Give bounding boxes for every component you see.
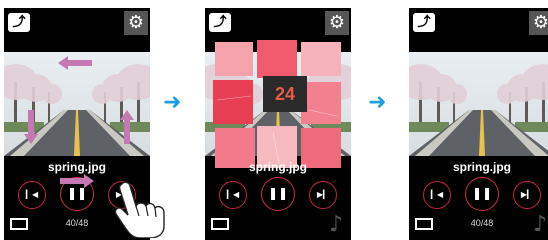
photo-counter: 40/48: [470, 218, 494, 228]
swipe-up-arrow-icon: [120, 110, 134, 144]
file-name: spring.jpg: [249, 160, 307, 174]
swipe-left-arrow-icon: [58, 56, 92, 70]
back-icon[interactable]: ⤴: [209, 13, 231, 32]
back-icon[interactable]: ⤴: [413, 13, 435, 32]
back-icon[interactable]: ⤴: [8, 13, 30, 32]
playback-controls: ▎◀ ❚❚ ▶▎: [409, 177, 548, 211]
pause-icon[interactable]: ❚❚: [261, 177, 295, 211]
skip-previous-icon[interactable]: ▎◀: [18, 181, 46, 209]
skip-previous-icon[interactable]: ▎◀: [423, 181, 451, 209]
music-note-icon[interactable]: ♪: [329, 212, 343, 237]
skip-next-icon[interactable]: ▶▎: [309, 181, 337, 209]
pause-icon[interactable]: ❚❚: [465, 177, 499, 211]
skip-next-icon[interactable]: ▶▎: [513, 181, 541, 209]
phone-screen-2: ⤴ ⚙ 24 spring.jpg ▎◀ ❚❚ ▶▎ ♪: [205, 8, 351, 240]
hand-tap-icon: [114, 181, 165, 238]
top-bar: ⤴ ⚙: [4, 8, 150, 38]
file-name: spring.jpg: [453, 160, 511, 174]
file-name: spring.jpg: [48, 160, 106, 174]
gear-icon[interactable]: ⚙: [325, 11, 349, 35]
swipe-down-arrow-icon: [24, 110, 38, 144]
photo-display[interactable]: [409, 52, 548, 156]
gear-icon[interactable]: ⚙: [124, 11, 148, 35]
top-bar: ⤴ ⚙: [205, 8, 351, 38]
transition-tiles: 24: [213, 40, 343, 170]
countdown-number: 24: [263, 76, 307, 112]
phone-screen-3: ⤴ ⚙ spring.jpg ▎◀ ❚❚ ▶▎ 40/48 ♪: [409, 8, 548, 240]
gear-icon[interactable]: ⚙: [529, 11, 548, 35]
skip-previous-icon[interactable]: ▎◀: [219, 181, 247, 209]
swipe-right-arrow-icon: [60, 174, 94, 188]
right-arrow-icon: ➜: [368, 90, 387, 115]
right-arrow-icon: ➜: [163, 90, 182, 115]
music-note-icon[interactable]: ♪: [533, 212, 547, 237]
screen-icon[interactable]: [211, 218, 229, 230]
top-bar: ⤴ ⚙: [409, 8, 548, 38]
playback-controls: ▎◀ ❚❚ ▶▎: [205, 177, 351, 211]
